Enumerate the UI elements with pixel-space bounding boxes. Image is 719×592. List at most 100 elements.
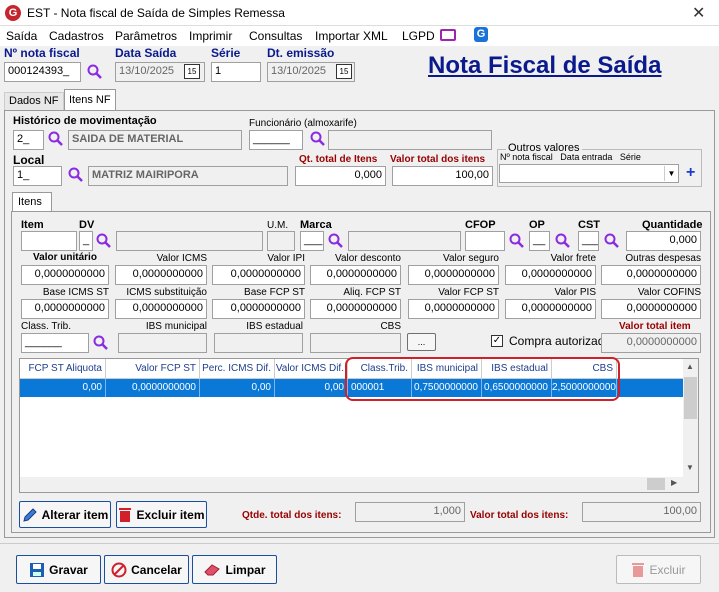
valor-unitario-input[interactable]: 0,0000000000 — [21, 265, 109, 285]
marca-desc — [348, 231, 461, 251]
cell-valor-icms-dif: 0,00 — [275, 379, 348, 397]
marca-input[interactable]: ___ — [300, 231, 324, 251]
excluir-item-label: Excluir item — [136, 507, 205, 522]
scroll-up-icon[interactable]: ▲ — [686, 362, 694, 371]
menu-saida[interactable]: Saída — [6, 29, 37, 43]
compra-autorizada-checkbox[interactable]: ✓ — [491, 335, 503, 347]
tab-itens[interactable]: Itens — [12, 192, 52, 212]
scroll-right-icon[interactable]: ▶ — [671, 478, 677, 487]
nf-input[interactable]: 000124393_ — [4, 62, 81, 82]
funcionario-code-input[interactable]: ______ — [249, 130, 303, 150]
col-fcp-st-aliquota[interactable]: FCP ST Aliquota — [20, 359, 106, 378]
vertical-scrollbar[interactable]: ▲ ▼ — [683, 359, 698, 492]
hscroll-thumb[interactable] — [647, 478, 665, 490]
search-nf-icon[interactable] — [87, 64, 103, 80]
add-outros-icon[interactable]: + — [686, 164, 695, 182]
icms-substituicao-input[interactable]: 0,0000000000 — [115, 299, 207, 319]
calendar-icon[interactable]: 15 — [184, 64, 200, 79]
aliq-fcp-st-input[interactable]: 0,0000000000 — [310, 299, 401, 319]
quantidade-input[interactable]: 0,000 — [626, 231, 701, 251]
monitor-icon[interactable] — [440, 29, 456, 41]
valor-desconto-input[interactable]: 0,0000000000 — [310, 265, 401, 285]
page-title: Nota Fiscal de Saída — [428, 52, 662, 79]
save-icon — [30, 562, 45, 577]
outras-despesas-label: Outras despesas — [625, 253, 701, 264]
local-desc: MATRIZ MAIRIPORA — [88, 166, 288, 186]
ellipsis-button[interactable]: ... — [407, 333, 436, 351]
base-icms-st-input[interactable]: 0,0000000000 — [21, 299, 109, 319]
g-app-icon[interactable]: G — [474, 27, 488, 42]
menu-lgpd[interactable]: LGPD — [402, 29, 435, 43]
valor-frete-input[interactable]: 0,0000000000 — [505, 265, 596, 285]
search-funcionario-icon[interactable] — [310, 131, 326, 147]
chevron-down-icon[interactable]: ▼ — [664, 166, 678, 181]
serie-input[interactable]: 1 — [211, 62, 261, 82]
tab-dados-nf[interactable]: Dados NF — [4, 92, 64, 110]
valor-icms-label: Valor ICMS — [156, 253, 207, 264]
base-fcp-st-label: Base FCP ST — [244, 287, 305, 298]
marca-label: Marca — [300, 219, 332, 231]
valor-cofins-input[interactable]: 0,0000000000 — [601, 299, 701, 319]
cbs-input — [310, 333, 401, 353]
local-code-input[interactable]: 1_ — [13, 166, 62, 186]
class-trib-input[interactable]: ______ — [21, 333, 89, 353]
valor-ipi-label: Valor IPI — [267, 253, 305, 264]
base-fcp-st-input[interactable]: 0,0000000000 — [212, 299, 305, 319]
close-icon[interactable]: ✕ — [692, 3, 705, 23]
ibs-municipal-input — [118, 333, 207, 353]
search-class-trib-icon[interactable] — [93, 335, 109, 351]
alterar-item-button[interactable]: Alterar item — [19, 501, 111, 528]
col-valor-fcp-st[interactable]: Valor FCP ST — [106, 359, 200, 378]
menu-consultas[interactable]: Consultas — [249, 29, 302, 43]
search-local-icon[interactable] — [68, 167, 84, 183]
valor-ipi-input[interactable]: 0,0000000000 — [212, 265, 305, 285]
valor-icms-input[interactable]: 0,0000000000 — [115, 265, 207, 285]
excluir-item-button[interactable]: Excluir item — [116, 501, 207, 528]
scroll-down-icon[interactable]: ▼ — [686, 463, 694, 472]
search-op-icon[interactable] — [555, 233, 571, 249]
valor-total-label: Valor total dos itens — [390, 154, 486, 165]
search-item-icon[interactable] — [96, 233, 112, 249]
class-trib-label: Class. Trib. — [21, 321, 72, 332]
dv-input[interactable]: _ — [79, 231, 93, 251]
cbs-label: CBS — [380, 321, 401, 332]
search-cfop-icon[interactable] — [509, 233, 525, 249]
cancel-icon — [111, 562, 127, 577]
menu-importar-xml[interactable]: Importar XML — [315, 29, 388, 43]
cst-input[interactable]: ___ — [578, 231, 599, 251]
valor-total-value: 100,00 — [392, 166, 493, 186]
gravar-label: Gravar — [49, 562, 88, 577]
cancelar-button[interactable]: Cancelar — [104, 555, 189, 584]
search-marca-icon[interactable] — [328, 233, 344, 249]
menu-cadastros[interactable]: Cadastros — [49, 29, 104, 43]
col-perc-icms-dif[interactable]: Perc. ICMS Dif. — [200, 359, 275, 378]
menu-imprimir[interactable]: Imprimir — [189, 29, 232, 43]
outros-valores-select[interactable] — [499, 164, 679, 183]
excluir-button[interactable]: Excluir — [616, 555, 701, 584]
col-valor-icms-dif[interactable]: Valor ICMS Dif. — [275, 359, 348, 378]
cfop-input[interactable] — [465, 231, 505, 251]
quantidade-label: Quantidade — [642, 219, 703, 231]
gravar-button[interactable]: Gravar — [16, 555, 101, 584]
valor-fcp-st-input[interactable]: 0,0000000000 — [408, 299, 499, 319]
horizontal-scrollbar[interactable]: ▶ — [20, 477, 683, 492]
historico-code-input[interactable]: 2_ — [13, 130, 44, 150]
calendar-icon[interactable]: 15 — [336, 64, 352, 79]
scrollbar-thumb[interactable] — [684, 377, 697, 419]
search-cst-icon[interactable] — [604, 233, 620, 249]
menu-bar: Saída Cadastros Parâmetros Imprimir Cons… — [0, 26, 719, 46]
highlight-annotation — [345, 357, 620, 401]
valor-cofins-label: Valor COFINS — [637, 287, 701, 298]
qt-total-value: 0,000 — [295, 166, 386, 186]
valor-seguro-input[interactable]: 0,0000000000 — [408, 265, 499, 285]
tab-itens-nf[interactable]: Itens NF — [64, 89, 116, 111]
valor-total-itens-value: 100,00 — [582, 502, 701, 522]
limpar-button[interactable]: Limpar — [192, 555, 277, 584]
outras-despesas-input[interactable]: 0,0000000000 — [601, 265, 701, 285]
search-historico-icon[interactable] — [48, 131, 64, 147]
menu-parametros[interactable]: Parâmetros — [115, 29, 177, 43]
op-input[interactable]: __ — [529, 231, 550, 251]
valor-pis-input[interactable]: 0,0000000000 — [505, 299, 596, 319]
cancelar-label: Cancelar — [131, 562, 182, 577]
item-input[interactable] — [21, 231, 77, 251]
